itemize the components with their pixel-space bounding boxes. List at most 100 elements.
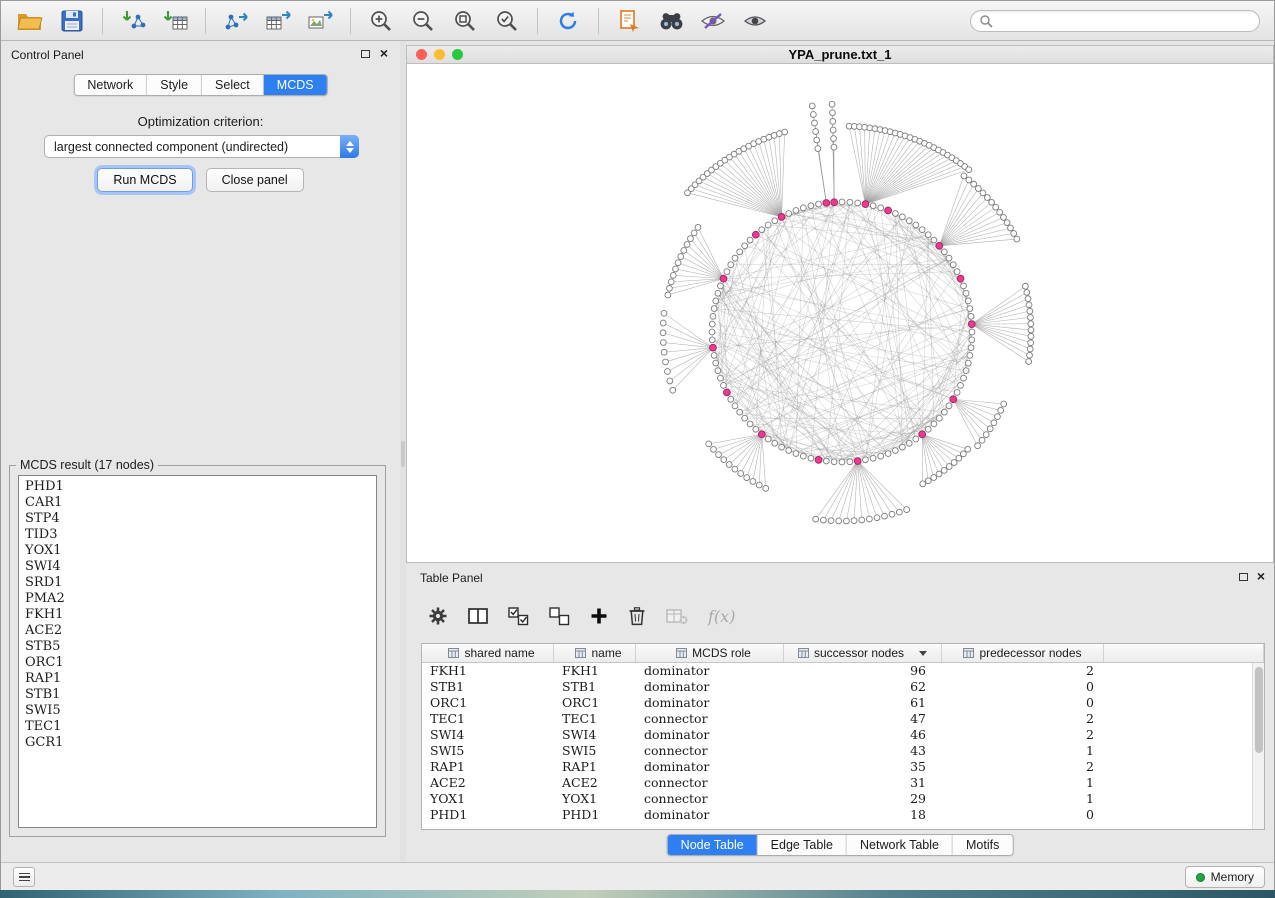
toggle-graphics-details-button[interactable] — [694, 5, 732, 37]
mcds-list-item[interactable]: SRD1 — [25, 575, 370, 591]
columns-icon — [468, 607, 488, 625]
column-type-icon — [575, 648, 586, 658]
network-canvas[interactable] — [407, 64, 1273, 562]
deselect-all-rows-button[interactable] — [549, 607, 570, 626]
mcds-list-item[interactable]: ACE2 — [25, 623, 370, 639]
import-network-button[interactable] — [114, 5, 152, 37]
network-window-titlebar[interactable]: YPA_prune.txt_1 — [407, 46, 1273, 64]
search-input[interactable] — [998, 14, 1251, 28]
close-panel-button[interactable]: Close panel — [206, 168, 304, 192]
table-row[interactable]: SWI5SWI5connector431 — [422, 743, 1252, 759]
create-column-button[interactable] — [590, 607, 608, 625]
scrollbar-thumb[interactable] — [1255, 667, 1263, 753]
table-row[interactable]: ACE2ACE2connector311 — [422, 775, 1252, 791]
table-row[interactable]: ORC1ORC1dominator610 — [422, 695, 1252, 711]
run-mcds-button[interactable]: Run MCDS — [97, 168, 192, 192]
mcds-list-item[interactable]: STB5 — [25, 639, 370, 655]
table-row[interactable]: RAP1RAP1dominator352 — [422, 759, 1252, 775]
mcds-list-item[interactable]: ORC1 — [25, 655, 370, 671]
table-cell: STB1 — [554, 679, 636, 695]
optimization-criterion-select[interactable]: largest connected component (undirected) — [44, 135, 359, 158]
select-all-rows-button[interactable] — [508, 607, 529, 626]
task-history-button[interactable] — [13, 867, 35, 887]
column-settings-button[interactable] — [428, 606, 448, 626]
tab-edge-table[interactable]: Edge Table — [758, 835, 847, 855]
mcds-list-item[interactable]: RAP1 — [25, 671, 370, 687]
memory-label: Memory — [1211, 870, 1254, 884]
table-row[interactable]: FKH1FKH1dominator962 — [422, 663, 1252, 679]
show-hide-button[interactable] — [736, 5, 774, 37]
plus-icon — [590, 607, 608, 625]
binoculars-icon — [658, 10, 685, 32]
mcds-list-item[interactable]: STB1 — [25, 687, 370, 703]
float-panel-icon[interactable] — [361, 50, 370, 58]
export-network-button[interactable] — [217, 5, 255, 37]
column-header-shared-name[interactable]: shared name — [422, 644, 554, 662]
tab-node-table[interactable]: Node Table — [668, 835, 758, 855]
mcds-list-item[interactable]: FKH1 — [25, 607, 370, 623]
close-table-panel-icon[interactable]: × — [1257, 567, 1265, 585]
column-label: name — [591, 646, 621, 660]
open-file-button[interactable] — [11, 5, 49, 37]
table-cell: 2 — [942, 663, 1104, 679]
mcds-list-item[interactable]: TEC1 — [25, 719, 370, 735]
search-box[interactable] — [970, 10, 1260, 32]
tab-network-table[interactable]: Network Table — [847, 835, 953, 855]
mcds-list-item[interactable]: CAR1 — [25, 495, 370, 511]
close-panel-icon[interactable]: × — [380, 44, 388, 62]
show-columns-button[interactable] — [468, 607, 488, 625]
menu-icon — [19, 873, 30, 875]
column-label: MCDS role — [692, 646, 751, 660]
delete-column-button[interactable] — [628, 606, 646, 626]
memory-button[interactable]: Memory — [1185, 866, 1265, 888]
table-row[interactable]: SWI4SWI4dominator462 — [422, 727, 1252, 743]
zoom-in-button[interactable] — [362, 5, 400, 37]
dropdown-stepper-icon — [340, 135, 359, 158]
function-builder-button: f(x) — [708, 607, 735, 626]
table-row[interactable]: STB1STB1dominator620 — [422, 679, 1252, 695]
column-type-icon — [798, 648, 809, 658]
tab-select[interactable]: Select — [202, 75, 264, 95]
import-network-icon — [120, 9, 147, 33]
column-header-successor-nodes[interactable]: successor nodes — [784, 644, 942, 662]
table-row[interactable]: TEC1TEC1connector472 — [422, 711, 1252, 727]
toolbar-separator — [537, 8, 538, 34]
mcds-list-item[interactable]: SWI4 — [25, 559, 370, 575]
tab-style[interactable]: Style — [147, 75, 202, 95]
column-header-predecessor-nodes[interactable]: predecessor nodes — [942, 644, 1104, 662]
refresh-button[interactable] — [549, 5, 587, 37]
mcds-list-item[interactable]: YOX1 — [25, 543, 370, 559]
tab-mcds[interactable]: MCDS — [264, 75, 327, 95]
clone-network-button[interactable] — [610, 5, 648, 37]
mcds-list-item[interactable]: SWI5 — [25, 703, 370, 719]
export-image-button[interactable] — [301, 5, 339, 37]
table-cell: dominator — [636, 695, 784, 711]
table-cell: 35 — [784, 759, 942, 775]
gear-icon — [428, 606, 448, 626]
network-window: YPA_prune.txt_1 — [406, 45, 1274, 563]
export-table-button[interactable] — [259, 5, 297, 37]
save-session-button[interactable] — [53, 5, 91, 37]
mcds-result-group: MCDS result (17 nodes) PHD1CAR1STP4TID3Y… — [9, 465, 386, 837]
mcds-list-item[interactable]: STP4 — [25, 511, 370, 527]
table-row[interactable]: YOX1YOX1connector291 — [422, 791, 1252, 807]
column-header-mcds-role[interactable]: MCDS role — [636, 644, 784, 662]
zoom-out-button[interactable] — [404, 5, 442, 37]
tab-motifs[interactable]: Motifs — [953, 835, 1012, 855]
tab-network[interactable]: Network — [74, 75, 147, 95]
mcds-list-item[interactable]: GCR1 — [25, 735, 370, 751]
mcds-list-item[interactable]: PHD1 — [25, 479, 370, 495]
table-scrollbar[interactable] — [1252, 663, 1264, 829]
column-header-name[interactable]: name — [554, 644, 636, 662]
table-cell: 96 — [784, 663, 942, 679]
zoom-fit-button[interactable] — [446, 5, 484, 37]
mcds-list-item[interactable]: PMA2 — [25, 591, 370, 607]
zoom-selected-button[interactable] — [488, 5, 526, 37]
mcds-result-list[interactable]: PHD1CAR1STP4TID3YOX1SWI4SRD1PMA2FKH1ACE2… — [18, 475, 377, 828]
float-table-panel-icon[interactable] — [1239, 573, 1248, 581]
table-row[interactable]: PHD1PHD1dominator180 — [422, 807, 1252, 823]
search-network-button[interactable] — [652, 5, 690, 37]
mcds-list-item[interactable]: TID3 — [25, 527, 370, 543]
import-table-button[interactable] — [156, 5, 194, 37]
table-cell: SWI4 — [554, 727, 636, 743]
